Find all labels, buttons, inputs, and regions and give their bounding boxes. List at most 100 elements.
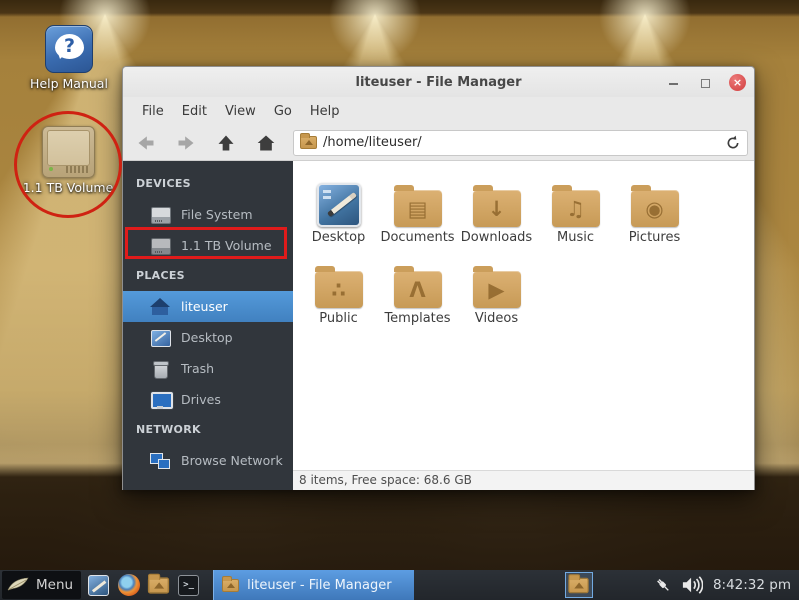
drive-led: [49, 167, 53, 171]
linux-lite-feather-icon: [6, 576, 30, 594]
home-icon: [150, 298, 170, 316]
film-camera-icon: ▶: [473, 271, 521, 308]
folder-downloads[interactable]: ↓ Downloads: [457, 179, 536, 260]
menu-button-label: Menu: [36, 577, 73, 593]
up-button[interactable]: [213, 130, 239, 156]
sidebar-item-liteuser[interactable]: liteuser: [123, 291, 293, 322]
folder-templates[interactable]: Λ Templates: [378, 260, 457, 341]
desktop-screen-icon: [88, 575, 109, 596]
folder-label: Templates: [384, 311, 450, 326]
folder-label: Public: [319, 311, 357, 326]
music-folder-icon: ♫: [552, 190, 600, 227]
sidebar: DEVICES File System 1.1 TB Volume PLACES…: [123, 161, 293, 490]
public-folder-icon: ∴: [315, 271, 363, 308]
home-button[interactable]: [253, 130, 279, 156]
clock[interactable]: 8:42:32 pm: [713, 577, 791, 593]
sidebar-header-network: NETWORK: [123, 415, 293, 445]
sidebar-item-label: File System: [181, 207, 253, 222]
status-bar: 8 items, Free space: 68.6 GB: [293, 470, 754, 490]
sidebar-header-devices: DEVICES: [123, 169, 293, 199]
sidebar-item-label: Drives: [181, 392, 221, 407]
close-button[interactable]: ×: [729, 74, 746, 91]
sidebar-item-volume[interactable]: 1.1 TB Volume: [123, 230, 293, 261]
folder-icon: [222, 579, 239, 592]
download-arrow-icon: ↓: [473, 190, 521, 227]
power-plug-icon[interactable]: [653, 575, 673, 595]
file-manager-window: liteuser - File Manager × File Edit View…: [122, 66, 755, 490]
sidebar-item-trash[interactable]: Trash: [123, 353, 293, 384]
window-body: DEVICES File System 1.1 TB Volume PLACES…: [123, 161, 754, 490]
launcher-file-manager[interactable]: [146, 573, 171, 598]
menu-view[interactable]: View: [216, 104, 265, 119]
launcher-firefox[interactable]: [116, 573, 141, 598]
launcher-terminal[interactable]: >_: [176, 573, 201, 598]
folder-icon: [300, 136, 317, 149]
window-controls: ×: [667, 67, 746, 97]
back-icon: [136, 133, 156, 153]
titlebar[interactable]: liteuser - File Manager ×: [123, 67, 754, 97]
path-bar[interactable]: /home/liteuser/: [293, 130, 748, 156]
compass-icon: Λ: [394, 271, 442, 308]
folder-label: Music: [557, 230, 594, 245]
folder-music[interactable]: ♫ Music: [536, 179, 615, 260]
sidebar-header-places: PLACES: [123, 261, 293, 291]
folder-pictures[interactable]: ◉ Pictures: [615, 179, 694, 260]
menu-edit[interactable]: Edit: [173, 104, 216, 119]
sidebar-item-file-system[interactable]: File System: [123, 199, 293, 230]
reload-icon[interactable]: [725, 135, 741, 151]
music-note-icon: ♫: [552, 190, 600, 227]
folder-icon: [569, 577, 589, 593]
sidebar-item-label: Trash: [181, 361, 214, 376]
documents-folder-icon: ▤: [394, 190, 442, 227]
folder-desktop[interactable]: Desktop: [299, 179, 378, 260]
share-icon: ∴: [315, 271, 363, 308]
task-button-file-manager[interactable]: liteuser - File Manager: [213, 570, 414, 600]
downloads-folder-icon: ↓: [473, 190, 521, 227]
tray-file-manager-icon[interactable]: [565, 572, 593, 598]
menu-help[interactable]: Help: [301, 104, 349, 119]
templates-folder-icon: Λ: [394, 271, 442, 308]
network-computers-icon: [150, 452, 170, 470]
sidebar-item-browse-network[interactable]: Browse Network: [123, 445, 293, 476]
launcher-desktop-settings[interactable]: [86, 573, 111, 598]
drive-vents: [66, 166, 88, 173]
sidebar-item-drives[interactable]: Drives: [123, 384, 293, 415]
folder-icon: [148, 577, 169, 593]
path-text[interactable]: /home/liteuser/: [323, 135, 719, 150]
volume-icon[interactable]: [681, 575, 703, 595]
window-title: liteuser - File Manager: [123, 75, 754, 90]
folder-documents[interactable]: ▤ Documents: [378, 179, 457, 260]
forward-icon: [176, 133, 196, 153]
desktop-icon-label: Help Manual: [14, 76, 124, 91]
menu-button[interactable]: Menu: [2, 571, 81, 599]
hard-drive-icon: [42, 126, 95, 178]
folder-grid: Desktop ▤ Documents ↓ Downloads: [293, 161, 754, 470]
back-button[interactable]: [133, 130, 159, 156]
sidebar-item-label: Desktop: [181, 330, 233, 345]
folder-label: Downloads: [461, 230, 532, 245]
sidebar-item-label: liteuser: [181, 299, 228, 314]
folder-label: Desktop: [312, 230, 366, 245]
sidebar-item-desktop[interactable]: Desktop: [123, 322, 293, 353]
desktop-icon-label: 1.1 TB Volume: [13, 180, 123, 195]
taskbar: Menu >_ liteuser - File Manager: [0, 570, 799, 600]
terminal-icon: >_: [178, 575, 199, 596]
folder-public[interactable]: ∴ Public: [299, 260, 378, 341]
maximize-button[interactable]: [698, 75, 712, 89]
sidebar-item-label: Browse Network: [181, 453, 283, 468]
menubar: File Edit View Go Help: [123, 97, 754, 125]
minimize-button[interactable]: [667, 75, 681, 89]
videos-folder-icon: ▶: [473, 271, 521, 308]
main-pane: Desktop ▤ Documents ↓ Downloads: [293, 161, 754, 490]
drive-icon: [150, 237, 170, 255]
menu-go[interactable]: Go: [265, 104, 301, 119]
folder-label: Pictures: [629, 230, 680, 245]
forward-button[interactable]: [173, 130, 199, 156]
document-icon: ▤: [394, 190, 442, 227]
folder-videos[interactable]: ▶ Videos: [457, 260, 536, 341]
desktop-screen-icon: [317, 183, 361, 227]
task-button-label: liteuser - File Manager: [247, 578, 392, 593]
menu-file[interactable]: File: [133, 104, 173, 119]
question-bubble-icon: ?: [55, 34, 84, 59]
pictures-folder-icon: ◉: [631, 190, 679, 227]
